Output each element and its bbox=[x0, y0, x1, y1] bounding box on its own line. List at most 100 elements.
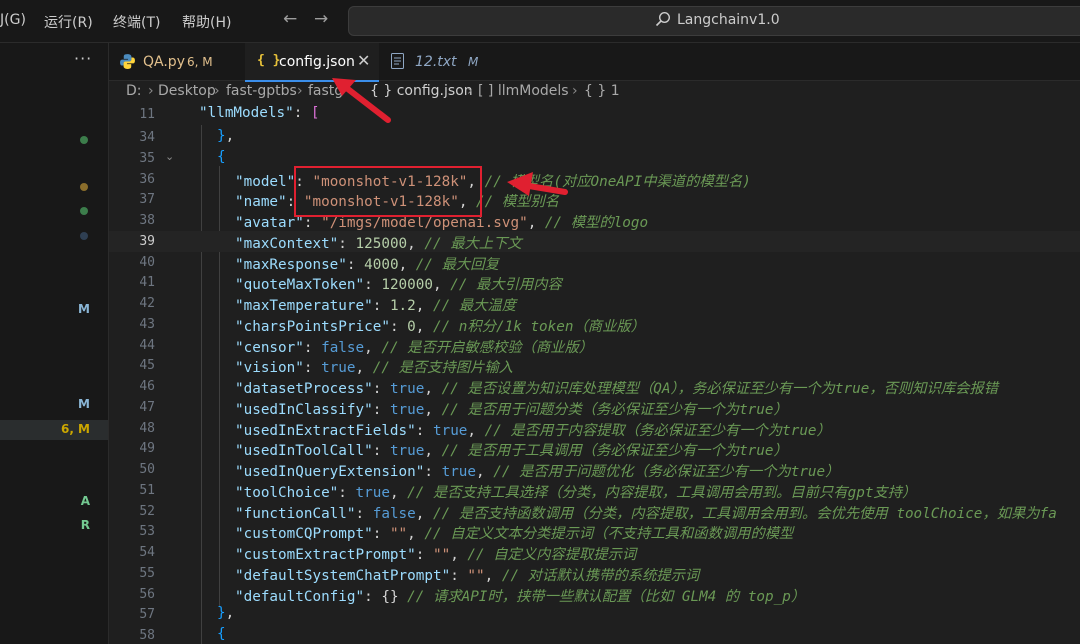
list-item[interactable]: 6, M bbox=[0, 420, 108, 440]
code-text: "maxResponse": 4000, // 最大回复 bbox=[235, 253, 499, 274]
list-item[interactable]: R bbox=[0, 516, 108, 536]
code-line[interactable]: 55 "defaultSystemChatPrompt": "", // 对话默认… bbox=[109, 563, 1080, 584]
json-value: 0 bbox=[407, 318, 416, 335]
line-number: 45 bbox=[139, 358, 155, 374]
code-line[interactable]: 46 "datasetProcess": true, // 是否设置为知识库处理模… bbox=[109, 376, 1080, 397]
code-line[interactable]: 40 "maxResponse": 4000, // 最大回复 bbox=[109, 252, 1080, 273]
breadcrumb-desktop[interactable]: Desktop bbox=[158, 83, 216, 99]
line-number: 46 bbox=[139, 379, 155, 394]
menu-go-partial[interactable]: J(G) bbox=[0, 12, 26, 28]
code-line[interactable]: 53 "customCQPrompt": "", // 自定义文本分类提示词（不支… bbox=[109, 521, 1080, 542]
code-line[interactable]: 36 "model": "moonshot-v1-128k", // 模型名(对应… bbox=[109, 169, 1080, 190]
code-comment: // 请求API时，挟带一些默认配置（比如 GLM4 的 top_p） bbox=[407, 588, 806, 605]
code-comment: // 最大引用内容 bbox=[450, 277, 562, 294]
breadcrumb-llmmodels[interactable]: [ ] llmModels bbox=[478, 83, 569, 99]
breadcrumb-item-index[interactable]: { } 1 bbox=[584, 83, 620, 99]
punctuation: , bbox=[225, 605, 235, 622]
fold-chevron-icon[interactable]: ⌄ bbox=[165, 150, 174, 163]
breadcrumb-fast-gptbs[interactable]: fast-gptbs bbox=[226, 83, 297, 99]
chevron-right-icon: › bbox=[214, 83, 220, 99]
code-text: { bbox=[217, 149, 226, 165]
code-line[interactable]: 45 "vision": true, // 是否支持图片输入 bbox=[109, 355, 1080, 376]
list-item[interactable]: A bbox=[0, 492, 108, 512]
tab-12-txt[interactable]: 12.txt M bbox=[381, 43, 511, 80]
code-line[interactable]: 44 "censor": false, // 是否开启敏感校验（商业版） bbox=[109, 335, 1080, 356]
code-line[interactable]: 39 "maxContext": 125000, // 最大上下文 bbox=[109, 230, 1080, 252]
code-line[interactable]: 34}, bbox=[109, 127, 1080, 148]
json-value: true bbox=[355, 484, 390, 501]
code-comment: // 最大回复 bbox=[415, 256, 499, 273]
punctuation: : bbox=[346, 256, 365, 273]
line-number: 37 bbox=[139, 192, 155, 208]
code-line[interactable]: 51 "toolChoice": true, // 是否支持工具选择（分类，内容提… bbox=[109, 480, 1080, 501]
code-line[interactable]: 52 "functionCall": false, // 是否支持函数调用（分类，… bbox=[109, 501, 1080, 522]
line-number: 35 bbox=[139, 150, 155, 166]
command-center-search[interactable]: Langchainv1.0 bbox=[348, 6, 1080, 36]
problems-modified-badge: 6, M bbox=[60, 422, 90, 436]
punctuation: , bbox=[484, 567, 502, 584]
json-value: true bbox=[441, 464, 477, 480]
code-comment: // 自定义内容提取提示词 bbox=[467, 547, 637, 563]
list-item[interactable] bbox=[0, 226, 108, 246]
annotation-highlight-box bbox=[294, 166, 482, 217]
code-line[interactable]: 11 "llmModels": [ bbox=[109, 104, 1080, 125]
code-line[interactable]: 41 "quoteMaxToken": 120000, // 最大引用内容 bbox=[109, 272, 1080, 293]
code-editor[interactable]: 11 "llmModels": [34}, 35 ⌄ {36 "model": "moon… bbox=[109, 104, 1080, 644]
code-line[interactable]: 43 "charsPointsPrice": 0, // n积分/1k token… bbox=[109, 314, 1080, 335]
code-line[interactable]: 57}, bbox=[109, 604, 1080, 625]
punctuation: , bbox=[225, 128, 235, 144]
list-item[interactable]: M bbox=[0, 395, 108, 415]
close-icon[interactable]: ✕ bbox=[357, 51, 370, 70]
punctuation: , bbox=[450, 547, 468, 563]
chevron-right-icon: › bbox=[572, 83, 578, 99]
punctuation: : bbox=[303, 360, 322, 377]
json-key: "datasetProcess" bbox=[235, 381, 373, 397]
punctuation: , bbox=[407, 526, 425, 543]
chevron-right-icon: › bbox=[467, 83, 473, 99]
bracket: [ bbox=[310, 105, 320, 121]
json-key: "usedInExtractFields" bbox=[235, 422, 416, 439]
json-key: "functionCall" bbox=[235, 505, 356, 522]
menu-run[interactable]: 运行(R) bbox=[44, 12, 93, 32]
json-key: "usedInQueryExtension" bbox=[235, 464, 425, 480]
punctuation: : bbox=[372, 526, 390, 543]
code-line[interactable]: 38 "avatar": "/imgs/model/openai.svg", //… bbox=[109, 210, 1080, 231]
code-line[interactable]: 56 "defaultConfig": {} // 请求API时，挟带一些默认配置… bbox=[109, 584, 1080, 605]
code-line[interactable]: 42 "maxTemperature": 1.2, // 最大温度 bbox=[109, 293, 1080, 314]
punctuation: , bbox=[398, 256, 416, 273]
punctuation: : bbox=[293, 105, 311, 121]
python-icon bbox=[120, 54, 135, 69]
json-value: false bbox=[372, 505, 416, 522]
menu-terminal[interactable]: 终端(T) bbox=[113, 12, 160, 32]
code-line[interactable]: 49 "usedInToolCall": true, // 是否用于工具调用（务必… bbox=[109, 438, 1080, 459]
punctuation: : bbox=[415, 422, 433, 439]
code-text: "defaultConfig": {} // 请求API时，挟带一些默认配置（比… bbox=[235, 585, 805, 606]
code-line[interactable]: 48 "usedInExtractFields": true, // 是否用于内容… bbox=[109, 418, 1080, 439]
bracket: } bbox=[217, 605, 226, 622]
list-item[interactable] bbox=[0, 177, 108, 197]
back-arrow-icon[interactable]: ← bbox=[283, 9, 297, 29]
list-item[interactable]: M bbox=[0, 300, 108, 320]
code-line[interactable]: 47 "usedInClassify": true, // 是否用于问题分类（务必… bbox=[109, 397, 1080, 418]
json-key: "vision" bbox=[235, 360, 304, 377]
bracket: { bbox=[217, 148, 226, 165]
json-value: "/imgs/model/openai.svg" bbox=[321, 215, 528, 231]
punctuation: , bbox=[424, 401, 442, 418]
code-line[interactable]: 54 "customExtractPrompt": "", // 自定义内容提取提… bbox=[109, 542, 1080, 563]
list-item[interactable] bbox=[0, 201, 108, 221]
menu-help[interactable]: 帮助(H) bbox=[182, 12, 231, 32]
more-actions-icon[interactable]: ··· bbox=[74, 49, 92, 68]
code-line[interactable]: 50 "usedInQueryExtension": true, // 是否用于问… bbox=[109, 459, 1080, 480]
code-text: "datasetProcess": true, // 是否设置为知识库处理模型（… bbox=[235, 377, 998, 398]
tab-qa-py[interactable]: QA.py 6, M bbox=[109, 43, 243, 80]
line-number: 42 bbox=[139, 296, 155, 311]
code-line[interactable]: 58 { bbox=[109, 625, 1080, 644]
code-line[interactable]: 37 "name": "moonshot-v1-128k", // 模型别名 bbox=[109, 189, 1080, 210]
json-key: "usedInToolCall" bbox=[235, 443, 373, 460]
code-line[interactable]: 35 ⌄ { bbox=[109, 148, 1080, 169]
code-comment: // 模型的logo bbox=[544, 215, 649, 231]
list-item[interactable] bbox=[0, 130, 108, 150]
punctuation: , bbox=[415, 505, 433, 522]
forward-arrow-icon[interactable]: → bbox=[314, 9, 328, 29]
breadcrumb-drive[interactable]: D: bbox=[126, 83, 142, 99]
